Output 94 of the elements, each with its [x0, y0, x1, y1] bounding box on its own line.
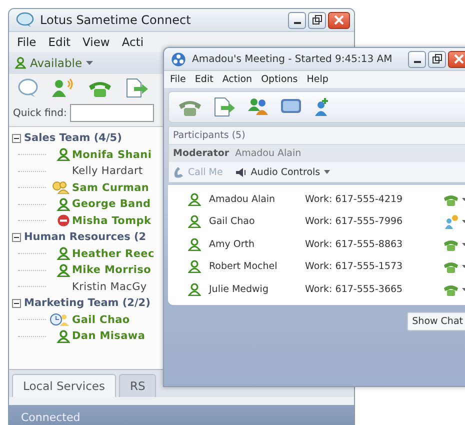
- speaker-icon: [234, 166, 247, 178]
- chat-bubble-icon[interactable]: [17, 78, 39, 98]
- caret-icon[interactable]: [462, 265, 465, 268]
- phone-icon[interactable]: [443, 260, 459, 274]
- close-button[interactable]: [448, 50, 465, 68]
- contact-name[interactable]: Kristin MacGy: [72, 280, 147, 293]
- menu-item[interactable]: File: [170, 74, 186, 85]
- moderator-name: Amadou Alain: [235, 148, 302, 159]
- person-icon: [57, 264, 70, 277]
- person-icon: [188, 238, 201, 251]
- contact-name[interactable]: Gail Chao: [72, 314, 130, 326]
- group-name[interactable]: Marketing Team (2/2): [24, 297, 150, 310]
- person-sound-icon[interactable]: [51, 78, 75, 98]
- person-icon: [57, 247, 70, 260]
- person-icon: [188, 215, 201, 228]
- quick-find-field[interactable]: [70, 104, 154, 122]
- meeting-globe-icon: [171, 52, 186, 66]
- menu-item[interactable]: Options: [261, 74, 298, 85]
- menu-item[interactable]: Acti: [122, 35, 144, 49]
- participant-name: Julie Medwig: [209, 284, 270, 295]
- person-icon: [57, 198, 70, 211]
- show-chat-button[interactable]: Show Chat: [407, 312, 465, 330]
- close-icon: [454, 54, 464, 64]
- participant-name: Amadou Alain: [209, 194, 276, 205]
- caret-icon[interactable]: [462, 198, 465, 201]
- phone-icon[interactable]: [443, 282, 459, 296]
- clock-person-icon: [50, 313, 70, 326]
- people-icon[interactable]: [247, 97, 269, 117]
- person-icon: [57, 148, 70, 162]
- audio-controls-button[interactable]: Audio Controls: [234, 165, 330, 179]
- caret-icon: [324, 170, 330, 174]
- person-icon: [15, 57, 26, 69]
- window-title: Lotus Sametime Connect: [40, 13, 192, 27]
- quick-find-label: Quick find:: [13, 108, 67, 118]
- contact-name[interactable]: Kelly Hardart: [72, 165, 143, 178]
- menu-item[interactable]: Edit: [194, 74, 214, 85]
- phone-number: Work: 617-555-4219: [305, 194, 404, 205]
- menu-item[interactable]: Help: [306, 74, 328, 85]
- caret-icon[interactable]: [462, 288, 465, 291]
- maximize-button[interactable]: [308, 12, 326, 28]
- person-icon: [188, 260, 201, 274]
- phone-number: Work: 617-555-8863: [305, 238, 404, 250]
- phone-icon[interactable]: [443, 238, 459, 251]
- phone-number: Work: 617-555-3665: [305, 284, 404, 295]
- contact-name[interactable]: George Band: [72, 198, 151, 210]
- maximize-button[interactable]: [428, 50, 446, 68]
- chat-bubble-icon: [16, 12, 34, 28]
- participant-name: Amy Orth: [209, 238, 256, 250]
- contact-name[interactable]: Heather Reec: [72, 248, 154, 260]
- caret-icon[interactable]: [462, 220, 465, 224]
- minimize-button[interactable]: [408, 50, 426, 68]
- caret-icon: [86, 61, 94, 65]
- contact-name[interactable]: Dan Misawa: [72, 330, 146, 342]
- status-text: Connected: [21, 410, 80, 424]
- restore-icon: [312, 15, 322, 25]
- window-title: Amadou's Meeting - Started 9:45:13 AM: [192, 54, 394, 64]
- participant-name: Gail Chao: [209, 216, 256, 228]
- tab[interactable]: Local Services: [12, 374, 116, 397]
- minimize-icon: [414, 61, 420, 63]
- minimize-icon: [294, 22, 300, 24]
- tab[interactable]: RS: [118, 374, 156, 397]
- menu-item[interactable]: Action: [222, 74, 252, 85]
- handset-icon: [173, 166, 184, 178]
- caret-icon[interactable]: [462, 242, 465, 246]
- collapse-icon[interactable]: [12, 298, 21, 308]
- menu-item[interactable]: Edit: [48, 35, 71, 49]
- person-icon: [57, 330, 70, 343]
- phone-number: Work: 617-555-7996: [305, 216, 404, 228]
- contact-name[interactable]: Mike Morriso: [72, 264, 152, 276]
- participant-name: Robert Mochel: [209, 261, 278, 272]
- group-name[interactable]: Sales Team (4/5): [24, 132, 122, 144]
- contact-name[interactable]: Monifa Shani: [72, 148, 152, 161]
- group-name[interactable]: Human Resources (2: [24, 231, 146, 244]
- contact-name[interactable]: Sam Curman: [72, 182, 150, 194]
- person-icon: [188, 282, 201, 296]
- person-speech-icon[interactable]: [443, 214, 459, 229]
- close-icon: [334, 15, 344, 25]
- people-icon: [52, 181, 70, 194]
- document-arrow-icon[interactable]: [213, 97, 237, 117]
- menu-item[interactable]: File: [17, 35, 36, 49]
- close-button[interactable]: [328, 12, 350, 28]
- collapse-icon[interactable]: [12, 134, 21, 143]
- person-add-icon[interactable]: [313, 97, 331, 117]
- do-not-disturb-icon: [57, 214, 70, 228]
- restore-icon: [432, 54, 442, 64]
- collapse-icon[interactable]: [12, 232, 21, 242]
- minimize-button[interactable]: [288, 12, 306, 28]
- phone-icon[interactable]: [443, 192, 459, 206]
- phone-number: Work: 617-555-1573: [305, 261, 404, 272]
- person-icon: [188, 192, 201, 206]
- status-dropdown[interactable]: Available: [15, 54, 94, 72]
- contact-name[interactable]: Misha Tompk: [72, 214, 152, 227]
- moderator-label: Moderator: [173, 148, 230, 159]
- menu-item[interactable]: View: [82, 35, 110, 49]
